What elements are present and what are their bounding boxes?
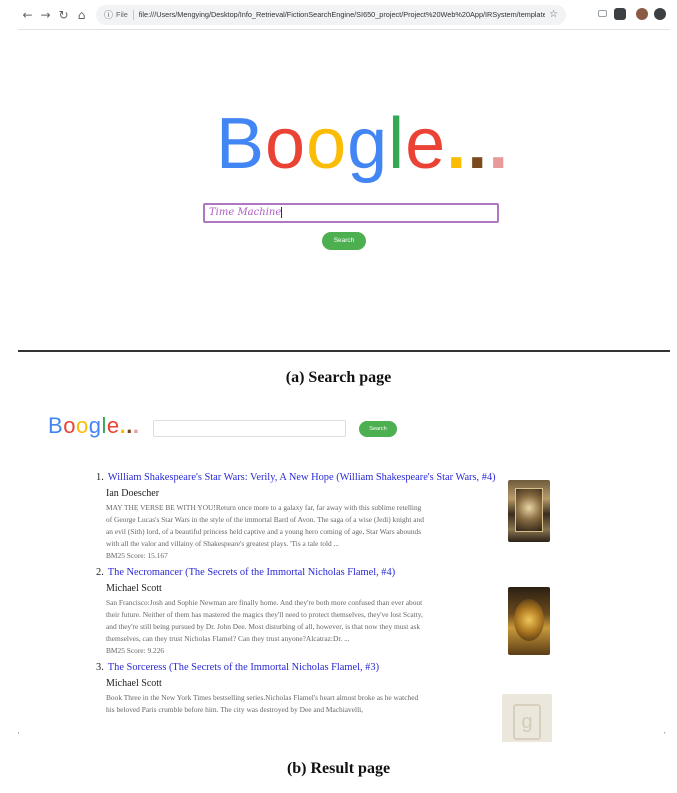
search-input[interactable] — [153, 420, 346, 437]
figure: ← → ↻ ⌂ ⓘ File file:///Users/Mengying/De… — [0, 0, 677, 793]
search-input[interactable]: Time Machine — [203, 203, 499, 223]
logo-letter-o2: o — [75, 413, 89, 438]
logo-letter-l: l — [388, 104, 406, 184]
cover-art — [514, 599, 544, 641]
result-score: BM25 Score: 9.226 — [106, 646, 165, 655]
star-icon[interactable]: ☆ — [549, 9, 558, 20]
caption-search-page: (a) Search page — [285, 369, 392, 386]
extension-icon[interactable] — [614, 8, 626, 20]
browser-toolbar: ← → ↻ ⌂ ⓘ File file:///Users/Mengying/De… — [18, 0, 670, 30]
search-query: Time Machine — [209, 207, 282, 218]
logo-letter-o1: o — [265, 104, 307, 184]
result-title-link[interactable]: 1. William Shakespeare's Star Wars: Veril… — [96, 471, 636, 484]
result-number: 1. — [96, 472, 104, 483]
profile-icon[interactable] — [636, 8, 648, 20]
result-item: 1. William Shakespeare's Star Wars: Veril… — [96, 471, 636, 562]
logo-letter-b: B — [48, 413, 64, 438]
tab-search-icon[interactable] — [598, 10, 607, 17]
search-button[interactable]: Search — [359, 421, 397, 437]
result-description: Book Three in the New York Times bestsel… — [106, 693, 419, 714]
logo-letter-e: e — [106, 413, 120, 438]
result-score: BM25 Score: 15.167 — [106, 551, 168, 560]
forward-icon[interactable]: → — [37, 5, 54, 25]
result-description: MAY THE VERSE BE WITH YOU!Return once mo… — [106, 503, 424, 548]
cover-art — [515, 488, 543, 532]
search-page-screenshot: ← → ↻ ⌂ ⓘ File file:///Users/Mengying/De… — [18, 0, 670, 352]
result-description: San Francisco:Josh and Sophie Newman are… — [106, 598, 423, 643]
logo-dots: ... — [119, 413, 140, 438]
result-author: Ian Doescher — [106, 488, 160, 499]
logo-letter-e: e — [405, 104, 447, 184]
crop-mark: ’ — [664, 732, 666, 739]
crop-mark: ‘ — [18, 732, 20, 739]
reload-icon[interactable]: ↻ — [55, 5, 72, 25]
file-label: File — [116, 10, 128, 19]
result-number: 2. — [96, 567, 104, 578]
result-number: 3. — [96, 662, 104, 673]
back-icon[interactable]: ← — [19, 5, 36, 25]
book-cover-placeholder[interactable]: g — [502, 694, 552, 742]
result-title-link[interactable]: 2. The Necromancer (The Secrets of the Im… — [96, 566, 636, 579]
info-icon[interactable]: ⓘ — [104, 8, 113, 21]
result-page-screenshot: Boogle... Search 1. William Shakespeare's… — [18, 398, 670, 742]
result-author: Michael Scott — [106, 678, 162, 689]
text-caret — [281, 207, 283, 218]
url-text[interactable]: file:///Users/Mengying/Desktop/Info_Retr… — [139, 10, 545, 19]
address-bar[interactable]: ⓘ File file:///Users/Mengying/Desktop/In… — [96, 4, 566, 25]
logo: Boogle... — [216, 108, 509, 180]
logo-letter-g: g — [88, 413, 102, 438]
result-item: 3. The Sorceress (The Secrets of the Immo… — [96, 661, 636, 716]
home-icon[interactable]: ⌂ — [73, 5, 90, 25]
result-author: Michael Scott — [106, 583, 162, 594]
result-title[interactable]: William Shakespeare's Star Wars: Verily,… — [108, 472, 496, 483]
result-title[interactable]: The Necromancer (The Secrets of the Immo… — [108, 567, 395, 578]
logo-letter-g: g — [347, 104, 389, 184]
placeholder-book-icon: g — [513, 704, 541, 740]
book-cover-image[interactable] — [508, 480, 550, 542]
results-list: 1. William Shakespeare's Star Wars: Veril… — [96, 471, 636, 720]
result-title-link[interactable]: 3. The Sorceress (The Secrets of the Immo… — [96, 661, 636, 674]
extension-icon-2[interactable] — [654, 8, 666, 20]
logo-small[interactable]: Boogle... — [48, 415, 139, 437]
logo-letter-o2: o — [306, 104, 348, 184]
logo-dots: ... — [446, 104, 510, 184]
logo-letter-o1: o — [63, 413, 76, 438]
result-item: 2. The Necromancer (The Secrets of the Im… — [96, 566, 636, 657]
logo-letter-b: B — [216, 104, 266, 184]
address-divider — [132, 9, 134, 20]
search-button[interactable]: Search — [322, 232, 366, 250]
caption-result-page: (b) Result page — [286, 760, 391, 777]
result-title[interactable]: The Sorceress (The Secrets of the Immort… — [108, 662, 379, 673]
book-cover-image[interactable] — [508, 587, 550, 655]
